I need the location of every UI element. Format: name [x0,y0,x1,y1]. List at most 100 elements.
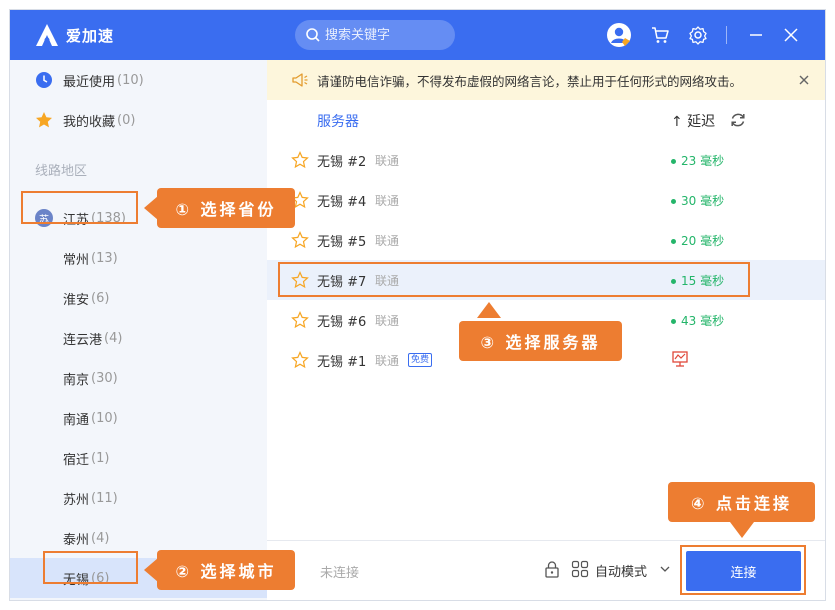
gear-icon [689,26,707,45]
city-label: 淮安 [63,292,90,308]
avatar[interactable] [606,22,632,48]
notice-close-button[interactable] [795,71,813,89]
server-isp: 联通 [375,154,400,168]
city-item[interactable]: 南京 (30) [10,358,267,398]
search-box[interactable] [295,20,455,50]
header-server[interactable]: 服务器 [317,111,359,131]
callout-step3: ③ 选择服务器 [459,321,622,361]
titlebar-divider [726,26,727,44]
city-label: 泰州 [63,532,90,548]
city-item[interactable]: 常州 (13) [10,238,267,278]
callout-pointer [144,196,158,220]
server-row[interactable]: 无锡 #5 联通 20 毫秒 [267,220,825,260]
connect-button[interactable]: 连接 [686,551,801,591]
server-name: 无锡 #7 [317,275,367,290]
app-window: 爱加速 搜索关键字 最近使用 (10) 我的收藏 (0) 线路地区 苏 江苏 (… [10,10,825,600]
server-name: 无锡 #2 [317,155,367,170]
sidebar: 最近使用 (10) 我的收藏 (0) 线路地区 苏 江苏 (138) 常州 (13… [10,60,267,600]
server-latency: 20 毫秒 [671,232,724,249]
header-latency-sort[interactable]: ↑ 延迟 [671,111,715,131]
clock-icon [35,71,53,89]
city-item[interactable]: 南通 (10) [10,398,267,438]
lock-icon[interactable] [543,560,561,578]
star-icon [35,111,53,129]
free-badge: 免费 [408,353,433,367]
close-icon [784,28,798,42]
grid-icon [571,560,589,578]
city-count: (30) [91,370,118,386]
province-badge: 苏 [35,209,53,227]
city-label: 苏州 [63,492,90,508]
sidebar-item-label: 最近使用 [63,74,116,90]
favorite-star-icon[interactable] [291,271,309,289]
favorite-star-icon[interactable] [291,231,309,249]
city-count: (13) [91,250,118,266]
callout-step1: ① 选择省份 [157,188,295,228]
server-isp: 联通 [375,314,400,328]
callout-pointer [730,522,754,538]
notice-text: 请谨防电信诈骗，不得发布虚假的网络言论，禁止用于任何形式的网络攻击。 [317,73,743,89]
refresh-icon[interactable] [729,111,747,129]
city-label: 常州 [63,252,90,268]
server-list-header: 服务器 ↑ 延迟 [267,100,825,140]
city-count: (6) [91,290,110,306]
city-count: (6) [91,570,110,586]
server-name: 无锡 #5 [317,235,367,250]
sidebar-item-recent[interactable]: 最近使用 (10) [10,60,267,100]
chevron-down-icon[interactable] [659,563,671,575]
server-name: 无锡 #1 [317,355,367,370]
city-item[interactable]: 苏州 (11) [10,478,267,518]
server-name: 无锡 #4 [317,195,367,210]
city-label: 连云港 [63,332,103,348]
city-item[interactable]: 宿迁 (1) [10,438,267,478]
connection-status: 未连接 [320,566,360,581]
network-error-icon [672,351,688,367]
title-bar: 爱加速 [10,10,825,60]
callout-step4: ④ 点击连接 [668,482,815,522]
callout-pointer [477,302,501,318]
sidebar-item-favorites[interactable]: 我的收藏 (0) [10,100,267,140]
close-icon [799,75,809,85]
sidebar-item-count: (10) [117,72,144,88]
user-avatar-icon [607,23,631,47]
server-latency: 15 毫秒 [671,272,724,289]
close-button[interactable] [778,22,804,48]
app-title: 爱加速 [66,27,115,45]
cart-button[interactable] [647,22,673,48]
callout-step2: ② 选择城市 [157,550,295,590]
sidebar-item-count: (138) [91,210,126,226]
server-name: 无锡 #6 [317,315,367,330]
city-label: 无锡 [63,572,90,588]
server-row[interactable]: 无锡 #4 联通 30 毫秒 [267,180,825,220]
mode-selector[interactable]: 自动模式 [595,561,647,580]
city-item[interactable]: 连云港 (4) [10,318,267,358]
settings-button[interactable] [685,22,711,48]
server-latency: 23 毫秒 [671,152,724,169]
city-count: (1) [91,450,110,466]
section-title: 线路地区 [35,164,88,179]
favorite-star-icon[interactable] [291,351,309,369]
city-label: 宿迁 [63,452,90,468]
server-isp: 联通 [375,354,400,368]
server-isp: 联通 [375,234,400,248]
server-latency: 30 毫秒 [671,192,724,209]
cart-icon [652,27,669,43]
minimize-button[interactable] [743,22,769,48]
sidebar-item-label: 江苏 [63,212,90,228]
search-icon [306,28,320,42]
city-count: (4) [104,330,123,346]
city-count: (11) [91,490,118,506]
city-item[interactable]: 淮安 (6) [10,278,267,318]
sidebar-item-label: 我的收藏 [63,114,116,130]
favorite-star-icon[interactable] [291,151,309,169]
city-label: 南京 [63,372,90,388]
notice-bar: 请谨防电信诈骗，不得发布虚假的网络言论，禁止用于任何形式的网络攻击。 [267,60,825,100]
server-row-selected[interactable]: 无锡 #7 联通 15 毫秒 [267,260,825,300]
server-latency: 43 毫秒 [671,312,724,329]
minimize-icon [750,34,762,36]
server-row[interactable]: 无锡 #2 联通 23 毫秒 [267,140,825,180]
search-input[interactable] [325,25,447,45]
favorite-star-icon[interactable] [291,311,309,329]
callout-pointer [144,558,158,582]
city-label: 南通 [63,412,90,428]
